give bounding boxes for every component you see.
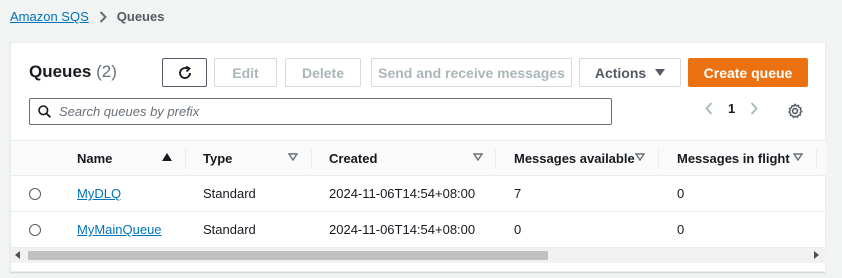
row-select-radio[interactable] [29, 224, 41, 236]
column-divider [816, 149, 817, 169]
sort-ascending-icon[interactable] [162, 153, 172, 162]
actions-dropdown[interactable]: Actions [579, 58, 681, 87]
edit-button[interactable]: Edit [214, 58, 277, 87]
column-divider [658, 149, 659, 169]
caret-down-icon [655, 68, 666, 77]
queue-created: 2024-11-06T14:54+08:00 [329, 222, 476, 237]
column-divider [311, 149, 312, 169]
pagination-page-number[interactable]: 1 [728, 101, 735, 116]
queue-type: Standard [203, 222, 256, 237]
create-queue-button[interactable]: Create queue [688, 58, 808, 87]
actions-label: Actions [594, 64, 647, 81]
messages-in-flight: 0 [677, 186, 685, 201]
refresh-icon [177, 65, 193, 81]
horizontal-scrollbar[interactable] [11, 248, 826, 263]
table-row[interactable]: MyDLQ Standard 2024-11-06T14:54+08:00 7 … [11, 176, 826, 212]
messages-in-flight: 0 [677, 222, 685, 237]
queue-count: (2) [96, 62, 117, 81]
queues-panel: Queues (2) Edit Delete Send and receive … [10, 42, 826, 272]
sort-icon[interactable] [288, 153, 298, 161]
send-receive-messages-button[interactable]: Send and receive messages [371, 58, 572, 87]
messages-available: 0 [514, 222, 522, 237]
refresh-button[interactable] [162, 58, 207, 87]
queue-created: 2024-11-06T14:54+08:00 [329, 186, 476, 201]
sort-icon[interactable] [473, 153, 483, 161]
search-box [29, 98, 612, 125]
scroll-left-arrow-icon[interactable] [15, 251, 21, 259]
row-select-radio[interactable] [29, 188, 41, 200]
queue-name-link[interactable]: MyDLQ [77, 186, 121, 201]
table-row[interactable]: MyMainQueue Standard 2024-11-06T14:54+08… [11, 212, 826, 248]
scrollbar-thumb[interactable] [28, 251, 548, 260]
column-header-messages-available[interactable]: Messages available [514, 151, 635, 166]
chevron-left-icon[interactable] [701, 102, 717, 115]
queue-name-link[interactable]: MyMainQueue [77, 222, 162, 237]
chevron-right-icon [99, 10, 107, 23]
queue-type: Standard [203, 186, 256, 201]
queues-table: Name Type Created Messages available Mes… [11, 140, 826, 248]
search-icon [38, 105, 51, 118]
breadcrumb-current: Queues [116, 9, 165, 24]
column-header-created[interactable]: Created [329, 151, 377, 166]
scroll-right-arrow-icon[interactable] [814, 251, 820, 259]
messages-available: 7 [514, 186, 522, 201]
sort-icon[interactable] [635, 153, 645, 161]
pagination: 1 [701, 101, 762, 116]
sort-icon[interactable] [793, 153, 803, 161]
column-divider [185, 149, 186, 169]
table-header: Name Type Created Messages available Mes… [11, 140, 826, 176]
page-title: Queues (2) [29, 62, 117, 82]
breadcrumb-amazon-sqs-link[interactable]: Amazon SQS [10, 9, 89, 24]
column-header-name[interactable]: Name [77, 151, 112, 166]
column-divider [495, 149, 496, 169]
column-header-messages-in-flight[interactable]: Messages in flight [677, 151, 790, 166]
breadcrumb: Amazon SQS Queues [10, 9, 164, 24]
gear-icon[interactable] [787, 103, 803, 119]
chevron-right-icon[interactable] [746, 102, 762, 115]
page-title-text: Queues [29, 62, 92, 81]
delete-button[interactable]: Delete [285, 58, 361, 87]
search-input[interactable] [59, 104, 579, 119]
column-header-type[interactable]: Type [203, 151, 232, 166]
